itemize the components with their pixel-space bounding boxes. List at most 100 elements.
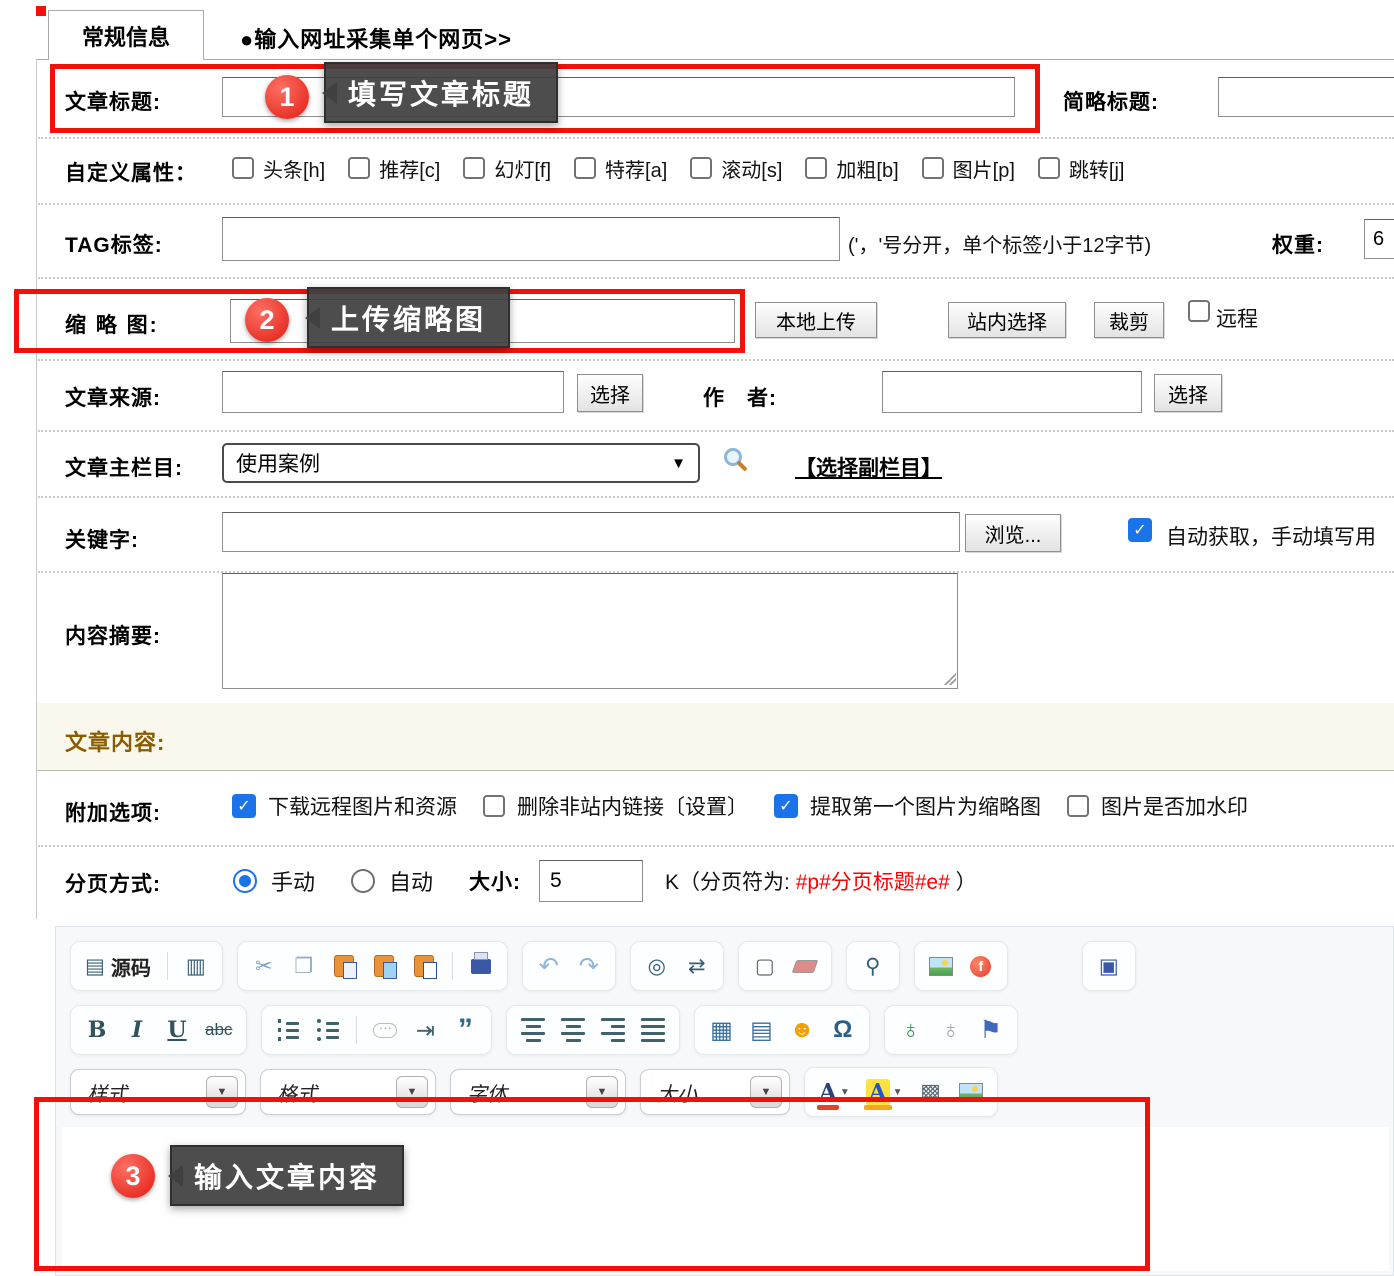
resize-grip-icon[interactable] bbox=[944, 673, 956, 685]
preview-icon[interactable]: ▥ bbox=[184, 953, 208, 979]
table-icon[interactable]: ▦ bbox=[709, 1017, 733, 1043]
page-break-icon[interactable] bbox=[373, 1017, 397, 1043]
main-category-select[interactable]: 使用案例 ▼ bbox=[222, 443, 700, 483]
toolbar-group-zoom: ⚲ bbox=[846, 941, 900, 991]
underline-icon[interactable]: U bbox=[165, 1017, 189, 1043]
tag-input[interactable] bbox=[222, 217, 840, 261]
weight-input[interactable] bbox=[1364, 219, 1394, 259]
extra-label-watermark: 图片是否加水印 bbox=[1101, 791, 1248, 821]
attr-label-headline: 头条[h] bbox=[263, 154, 325, 183]
paste-word-icon[interactable] bbox=[412, 953, 436, 979]
ordered-list-icon[interactable] bbox=[276, 1017, 300, 1043]
attr-label-scroll: 滚动[s] bbox=[721, 154, 782, 183]
blockquote-icon[interactable]: ” bbox=[453, 1017, 477, 1043]
unlink-icon[interactable]: ♁ bbox=[939, 1017, 963, 1043]
tab-general[interactable]: 常规信息 bbox=[48, 10, 204, 60]
paging-label: 分页方式: bbox=[65, 868, 161, 898]
keywords-auto-checkbox[interactable]: ✓ bbox=[1128, 518, 1152, 542]
extra-checkbox-first-image-thumb[interactable]: ✓ bbox=[774, 794, 798, 818]
category-search-icon[interactable] bbox=[724, 448, 742, 466]
paste-plain-icon[interactable] bbox=[372, 953, 396, 979]
attr-checkbox-jump[interactable] bbox=[1038, 157, 1060, 179]
thumb-site-select-button[interactable]: 站内选择 bbox=[948, 302, 1066, 338]
thumb-remote-checkbox[interactable] bbox=[1188, 300, 1210, 322]
flash-icon[interactable] bbox=[969, 953, 993, 979]
annotation-tip-2: 上传缩略图 bbox=[307, 287, 510, 348]
undo-icon[interactable]: ↶ bbox=[537, 953, 561, 979]
special-char-icon[interactable]: Ω bbox=[831, 1017, 855, 1043]
attr-checkbox-headline[interactable] bbox=[232, 157, 254, 179]
copy-icon[interactable]: ❐ bbox=[292, 953, 316, 979]
text-color-button[interactable]: A▼ bbox=[819, 1079, 850, 1105]
author-input[interactable] bbox=[882, 371, 1142, 413]
attr-checkbox-image[interactable] bbox=[922, 157, 944, 179]
extra-label-download-remote: 下载远程图片和资源 bbox=[268, 791, 457, 821]
attr-checkbox-bold[interactable] bbox=[805, 157, 827, 179]
thumb-local-upload-button[interactable]: 本地上传 bbox=[755, 302, 877, 338]
subcategory-link[interactable]: 【选择副栏目】 bbox=[795, 452, 942, 482]
find-icon[interactable]: ◎ bbox=[645, 953, 669, 979]
toolbar-group-links: ♁ ♁ ⚑ bbox=[884, 1005, 1018, 1055]
chevron-down-icon: ▼ bbox=[671, 455, 686, 472]
attr-checkbox-recommend[interactable] bbox=[348, 157, 370, 179]
align-right-icon[interactable] bbox=[601, 1017, 625, 1043]
toolbar-group-lists: ⇥ ” bbox=[261, 1005, 492, 1055]
paste-icon[interactable] bbox=[332, 953, 356, 979]
font-dropdown[interactable]: 字体 ▼ bbox=[450, 1069, 626, 1115]
attr-checkbox-slide[interactable] bbox=[463, 157, 485, 179]
format-dropdown[interactable]: 格式 ▼ bbox=[260, 1069, 436, 1115]
extra-options-label: 附加选项: bbox=[65, 797, 161, 827]
indent-icon[interactable]: ⇥ bbox=[413, 1017, 437, 1043]
template-icon[interactable]: ▤ bbox=[749, 1017, 773, 1043]
extra-label-first-image-thumb: 提取第一个图片为缩略图 bbox=[810, 791, 1041, 821]
smiley-icon[interactable]: ☻ bbox=[789, 1017, 814, 1043]
source-button[interactable]: ▤源码 bbox=[85, 953, 151, 979]
separator bbox=[38, 203, 1394, 205]
align-justify-icon[interactable] bbox=[641, 1017, 665, 1043]
style-dropdown[interactable]: 样式 ▼ bbox=[70, 1069, 246, 1115]
short-title-input[interactable] bbox=[1218, 77, 1394, 117]
author-select-button[interactable]: 选择 bbox=[1154, 374, 1222, 412]
extra-label-remove-links: 删除非站内链接〔设置〕 bbox=[517, 791, 748, 821]
paging-manual-radio[interactable] bbox=[233, 869, 257, 893]
extra-options-row: ✓ 下载远程图片和资源 删除非站内链接〔设置〕 ✓ 提取第一个图片为缩略图 图片… bbox=[232, 791, 1248, 821]
attr-checkbox-scroll[interactable] bbox=[690, 157, 712, 179]
summary-textarea[interactable] bbox=[222, 573, 958, 689]
strikethrough-icon[interactable]: abc bbox=[205, 1017, 232, 1043]
replace-icon[interactable]: ⇄ bbox=[685, 953, 709, 979]
anchor-icon[interactable]: ⚑ bbox=[979, 1017, 1003, 1043]
annotation-badge-2: 2 bbox=[245, 298, 289, 342]
extra-checkbox-remove-links[interactable] bbox=[483, 795, 505, 817]
fullscreen-icon[interactable]: ▣ bbox=[1097, 953, 1121, 979]
unordered-list-icon[interactable] bbox=[316, 1017, 340, 1043]
thumb-crop-button[interactable]: 裁剪 bbox=[1094, 302, 1164, 338]
keywords-input[interactable] bbox=[222, 512, 960, 552]
bg-color-button[interactable]: A▼ bbox=[866, 1079, 903, 1105]
extra-checkbox-watermark[interactable] bbox=[1067, 795, 1089, 817]
print-icon[interactable] bbox=[469, 953, 493, 979]
paging-size-label: 大小: bbox=[469, 866, 521, 896]
link-icon[interactable]: ♁ bbox=[899, 1017, 923, 1043]
tab-collect-url[interactable]: ●输入网址采集单个网页>> bbox=[240, 22, 512, 54]
cut-icon[interactable]: ✂ bbox=[252, 953, 276, 979]
eraser-icon[interactable] bbox=[793, 953, 817, 979]
chevron-down-icon: ▼ bbox=[206, 1076, 238, 1108]
paging-size-input[interactable] bbox=[539, 860, 643, 902]
size-dropdown[interactable]: 大小 ▼ bbox=[640, 1069, 790, 1115]
article-source-input[interactable] bbox=[222, 371, 564, 413]
keywords-browse-button[interactable]: 浏览... bbox=[965, 514, 1061, 552]
spellcheck-icon[interactable]: ▩ bbox=[919, 1079, 943, 1105]
bold-icon[interactable]: B bbox=[85, 1017, 109, 1043]
zoom-page-icon[interactable]: ⚲ bbox=[861, 953, 885, 979]
extra-checkbox-download-remote[interactable]: ✓ bbox=[232, 794, 256, 818]
image-map-icon[interactable] bbox=[959, 1079, 983, 1105]
redo-icon[interactable]: ↷ bbox=[577, 953, 601, 979]
select-all-icon[interactable]: ▢ bbox=[753, 953, 777, 979]
paging-auto-radio[interactable] bbox=[351, 869, 375, 893]
image-icon[interactable] bbox=[929, 953, 953, 979]
align-left-icon[interactable] bbox=[521, 1017, 545, 1043]
italic-icon[interactable]: I bbox=[125, 1017, 149, 1043]
attr-checkbox-special[interactable] bbox=[574, 157, 596, 179]
source-select-button[interactable]: 选择 bbox=[577, 374, 643, 412]
align-center-icon[interactable] bbox=[561, 1017, 585, 1043]
